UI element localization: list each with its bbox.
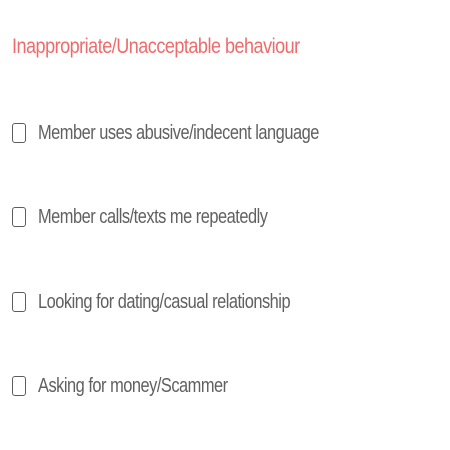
option-label: Member calls/texts me repeatedly: [38, 206, 268, 228]
option-label: Asking for money/Scammer: [38, 375, 228, 397]
option-repeated-calls[interactable]: Member calls/texts me repeatedly: [12, 204, 318, 230]
option-dating-relationship[interactable]: Looking for dating/casual relationship: [12, 289, 345, 315]
option-abusive-language[interactable]: Member uses abusive/indecent language: [12, 120, 380, 146]
report-reason-list: Member uses abusive/indecent language Me…: [0, 0, 450, 450]
checkbox[interactable]: [12, 123, 26, 143]
checkbox[interactable]: [12, 207, 26, 227]
option-label: Looking for dating/casual relationship: [38, 291, 291, 313]
checkbox[interactable]: [12, 292, 26, 312]
option-label: Member uses abusive/indecent language: [38, 122, 319, 144]
option-money-scammer[interactable]: Asking for money/Scammer: [12, 373, 269, 399]
checkbox[interactable]: [12, 376, 26, 396]
